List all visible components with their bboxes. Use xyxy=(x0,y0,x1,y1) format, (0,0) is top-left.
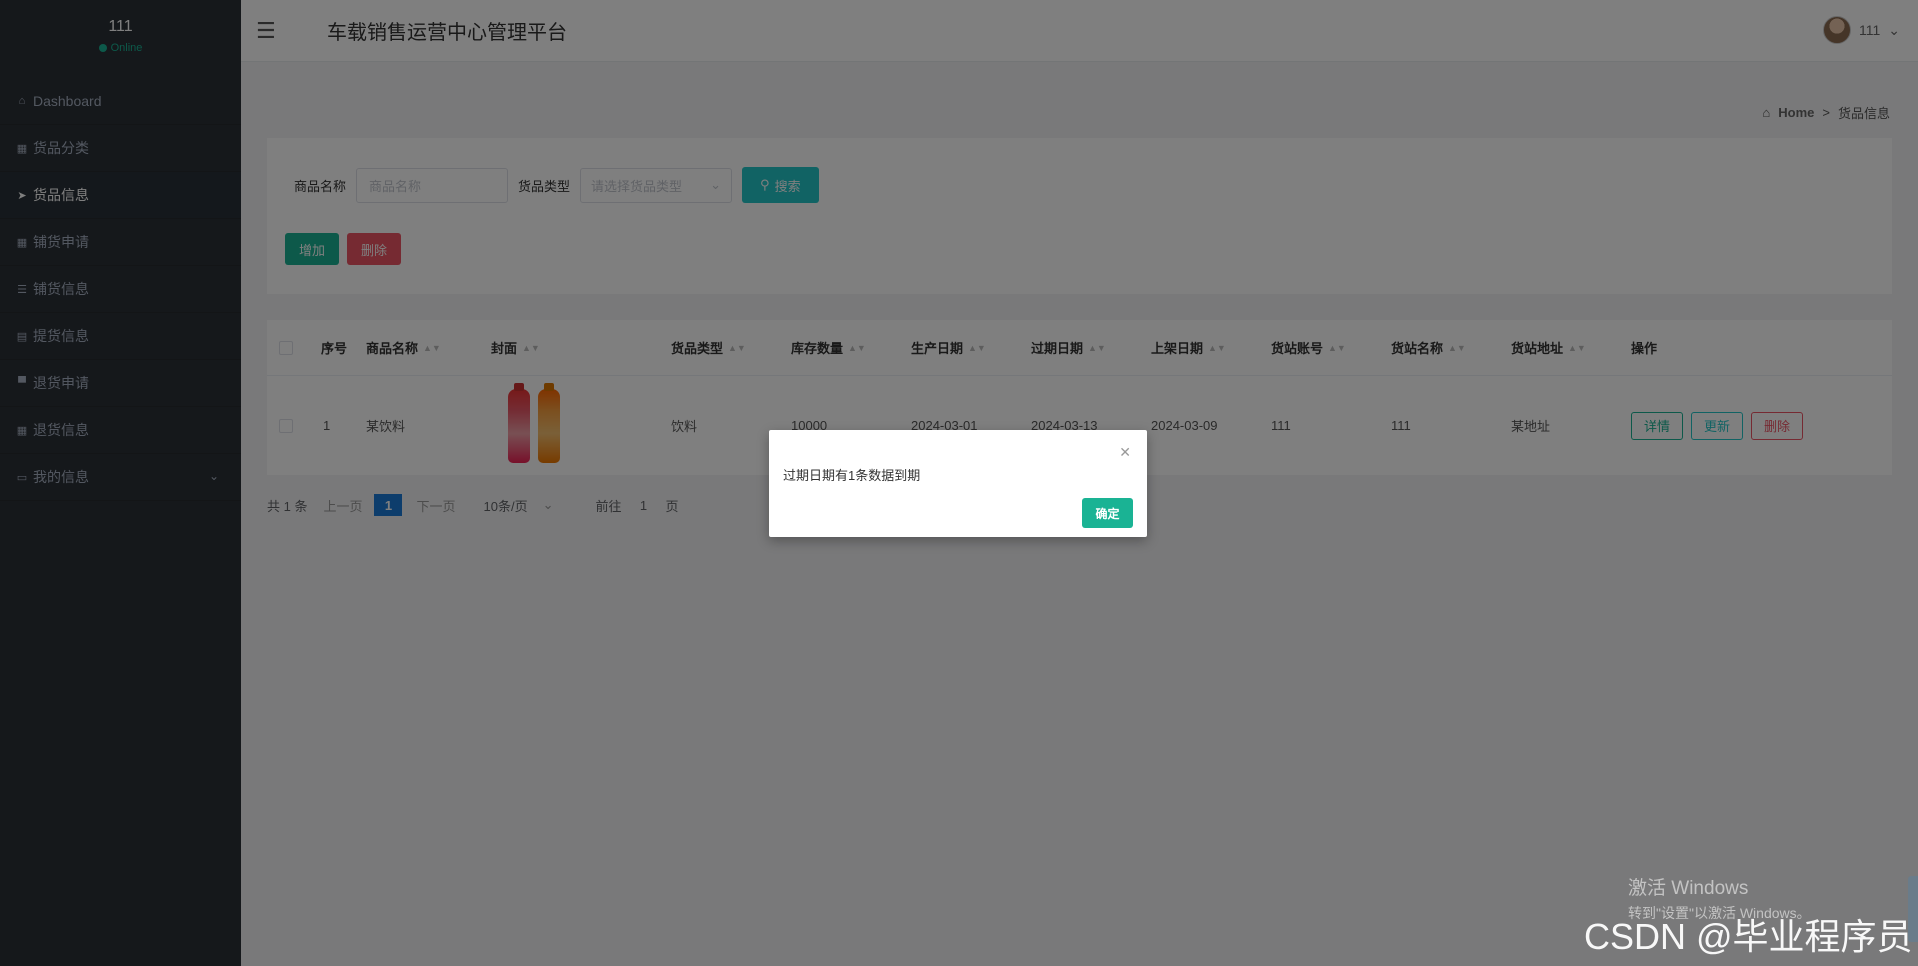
alert-dialog: ✕ 过期日期有1条数据到期 确定 xyxy=(769,430,1147,537)
watermark-line1: 激活 Windows xyxy=(1628,878,1749,899)
alert-message: 过期日期有1条数据到期 xyxy=(783,468,921,483)
csdn-watermark: CSDN @毕业程序员 xyxy=(1584,916,1913,957)
confirm-button[interactable]: 确定 xyxy=(1082,498,1133,528)
close-icon[interactable]: ✕ xyxy=(1119,444,1131,461)
edge-scroll-tab[interactable] xyxy=(1908,876,1918,942)
